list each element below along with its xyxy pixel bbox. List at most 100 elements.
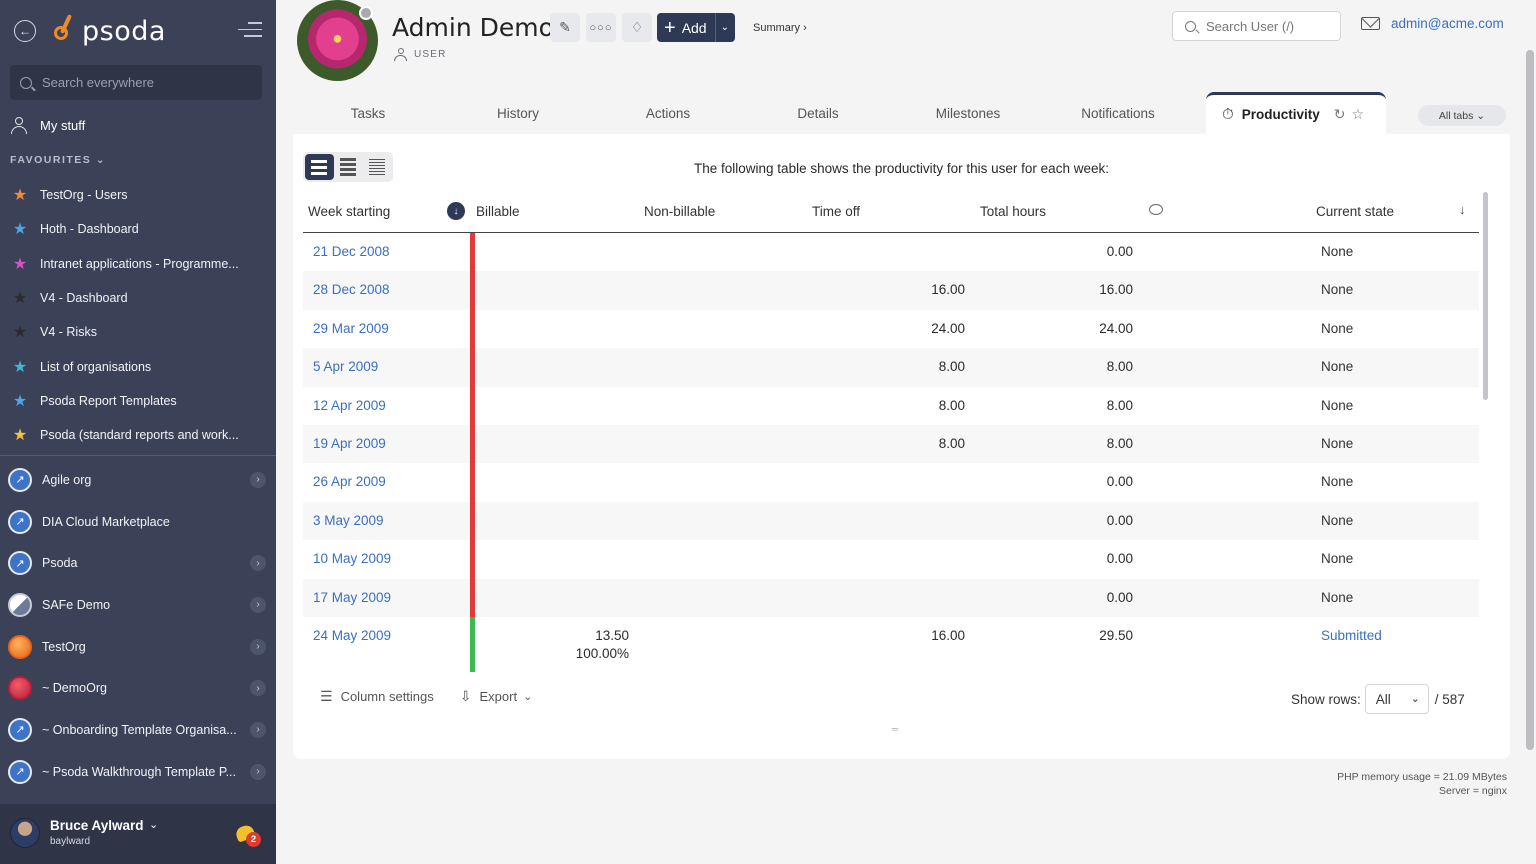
my-stuff-link[interactable]: My stuff (10, 114, 85, 136)
sort-descending-icon[interactable]: ↓ (447, 202, 465, 220)
week-link[interactable]: 5 Apr 2009 (313, 359, 378, 374)
avatar[interactable] (10, 818, 40, 848)
organisation-item[interactable]: ↗ DIA Cloud Marketplace (8, 501, 270, 543)
back-icon[interactable]: ← (14, 20, 36, 42)
organisations-list: ↗ Agile org › ↗ DIA Cloud Marketplace ↗ Psoda ›… (8, 459, 270, 793)
star-icon: ★ (12, 255, 28, 273)
week-link[interactable]: 10 May 2009 (313, 551, 391, 566)
status-bar (470, 348, 475, 387)
favourite-item[interactable]: ★ V4 - Risks (10, 315, 266, 349)
tab-milestones[interactable]: Milestones (893, 92, 1043, 134)
star-outline-icon[interactable]: ☆ (1351, 106, 1370, 122)
psoda-logo-icon (52, 14, 80, 48)
notifications-button[interactable]: 2 (234, 823, 261, 847)
column-week-starting[interactable]: Week starting (308, 204, 390, 219)
chevron-right-icon[interactable]: › (250, 471, 266, 488)
week-link[interactable]: 24 May 2009 (313, 628, 391, 643)
favourite-item[interactable]: ★ Intranet applications - Programme... (10, 247, 266, 281)
rows-per-page-select[interactable]: All ⌄ (1364, 684, 1429, 714)
tab-history[interactable]: History (443, 92, 593, 134)
organisation-icon: ↗ (8, 467, 32, 492)
total-row-count: / 587 (1434, 691, 1465, 707)
chevron-right-icon[interactable]: › (250, 680, 266, 697)
system-info: PHP memory usage = 21.09 MBytes Server =… (1280, 770, 1507, 798)
chevron-down-icon: ⌄ (1476, 109, 1486, 122)
account-email-link[interactable]: admin@acme.com (1361, 16, 1504, 31)
current-state-cell[interactable]: Submitted (1321, 628, 1382, 643)
chevron-right-icon[interactable]: › (250, 596, 266, 613)
week-link[interactable]: 28 Dec 2008 (313, 282, 390, 297)
favourite-item[interactable]: ★ Hoth - Dashboard (10, 212, 266, 246)
week-link[interactable]: 3 May 2009 (313, 513, 384, 528)
chevron-down-icon[interactable]: ⌄ (523, 690, 532, 703)
favourite-item[interactable]: ★ Psoda Report Templates (10, 384, 266, 418)
favourite-item[interactable]: ★ List of organisations (10, 349, 266, 383)
chevron-right-icon[interactable]: › (250, 763, 266, 780)
global-search-input[interactable]: Search everywhere (10, 65, 262, 100)
column-total-hours[interactable]: Total hours (980, 204, 1046, 219)
organisation-item[interactable]: TestOrg › (8, 626, 270, 668)
user-name[interactable]: Bruce Aylward (50, 818, 144, 833)
column-time-off[interactable]: Time off (812, 204, 860, 219)
favourite-item[interactable]: ★ TestOrg - Users (10, 178, 266, 212)
tab-notifications[interactable]: Notifications (1043, 92, 1193, 134)
all-tabs-dropdown[interactable]: All tabs ⌄ (1418, 105, 1506, 126)
week-link[interactable]: 21 Dec 2008 (313, 244, 390, 259)
edit-button[interactable]: ✎ (550, 13, 580, 42)
logo[interactable]: psoda (52, 14, 166, 48)
week-link[interactable]: 17 May 2009 (313, 590, 391, 605)
search-user-input[interactable]: Search User (/) (1172, 11, 1341, 41)
chevron-down-icon[interactable]: ⌄ (149, 818, 158, 831)
more-options-button[interactable]: ○○○ (586, 13, 616, 42)
table-scrollbar[interactable] (1483, 192, 1488, 400)
refresh-icon[interactable]: ↻ (1334, 106, 1352, 122)
table-row: 17 May 2009 0.00 None (303, 578, 1479, 617)
add-button[interactable]: + Add ⌄ (657, 13, 735, 42)
sort-arrow-icon[interactable]: ↓ (1459, 202, 1466, 217)
tab-actions[interactable]: Actions (593, 92, 743, 134)
column-billable[interactable]: Billable (476, 204, 520, 219)
status-bar (470, 540, 475, 579)
organisation-icon: ↗ (8, 509, 32, 534)
collapse-sidebar-icon[interactable] (238, 22, 262, 40)
chevron-down-icon[interactable]: ⌄ (714, 13, 729, 42)
tab-tasks[interactable]: Tasks (293, 92, 443, 134)
time-off-cell: 8.00 (938, 359, 965, 375)
week-link[interactable]: 19 Apr 2009 (313, 436, 386, 451)
week-link[interactable]: 26 Apr 2009 (313, 474, 386, 489)
table-row: 24 May 2009 13.50 100.00% 16.00 29.50 Submitt… (303, 616, 1479, 672)
comment-icon[interactable] (1149, 204, 1163, 215)
organisation-item[interactable]: SAFe Demo › (8, 584, 270, 626)
star-icon: ★ (12, 324, 28, 342)
column-non-billable[interactable]: Non-billable (644, 204, 715, 219)
time-off-cell: 16.00 (931, 282, 965, 298)
page-scrollbar[interactable] (1526, 50, 1534, 750)
week-link[interactable]: 12 Apr 2009 (313, 398, 386, 413)
column-settings-button[interactable]: Column settings (341, 689, 434, 704)
organisation-item[interactable]: ↗ Psoda › (8, 542, 270, 584)
organisation-item[interactable]: ↗ ~ Onboarding Template Organisa... › (8, 709, 270, 751)
favourite-item[interactable]: ★ Psoda (standard reports and work... (10, 418, 266, 452)
organisation-item[interactable]: ↗ Agile org › (8, 459, 270, 501)
summary-link[interactable]: Summary › (753, 22, 807, 34)
chevron-right-icon[interactable]: › (250, 555, 266, 572)
tab-productivity[interactable]: ⏱ Productivity ↻☆ (1206, 92, 1386, 134)
resize-handle-icon[interactable]: ═ (889, 724, 901, 734)
more-icon: ○○○ (589, 21, 613, 34)
favourites-heading[interactable]: FAVOURITES ⌄ (10, 154, 106, 166)
total-hours-cell: 0.00 (1106, 512, 1133, 528)
organisation-item[interactable]: ↗ ~ Psoda Walkthrough Template P... › (8, 751, 270, 793)
sidebar-divider (0, 455, 276, 456)
status-bar (470, 233, 475, 272)
chevron-right-icon[interactable]: › (250, 638, 266, 655)
column-current-state[interactable]: Current state (1316, 204, 1394, 219)
week-link[interactable]: 29 Mar 2009 (313, 321, 389, 336)
tab-details[interactable]: Details (743, 92, 893, 134)
sidebar-user-panel: Bruce Aylward ⌄ baylward 2 (0, 804, 276, 864)
favourite-item[interactable]: ★ V4 - Dashboard (10, 281, 266, 315)
organisation-item[interactable]: ~ DemoOrg › (8, 667, 270, 709)
chevron-right-icon[interactable]: › (250, 721, 266, 738)
export-button[interactable]: Export (480, 689, 518, 704)
tag-button[interactable]: ♢ (622, 13, 652, 42)
memory-usage: PHP memory usage = 21.09 MBytes (1337, 771, 1507, 783)
